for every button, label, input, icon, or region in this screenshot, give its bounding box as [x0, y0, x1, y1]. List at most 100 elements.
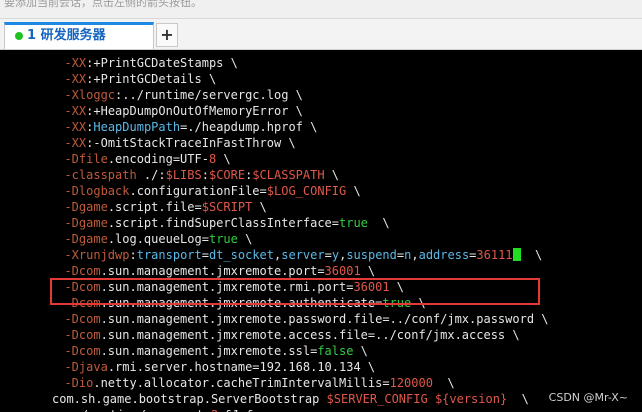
terminal-token: :-OmitStackTraceInFastThrow \	[86, 136, 296, 150]
terminal-token: HeapDumpPath	[93, 120, 181, 134]
terminal-line: -Dgame.log.queueLog=true \	[50, 231, 252, 247]
watermark: CSDN @Mr-X~	[548, 391, 628, 404]
terminal-line: -XX:HeapDumpPath=./heapdump.hprof \	[50, 119, 317, 135]
tab-server-session[interactable]: 1 研发服务器	[4, 22, 154, 49]
terminal-token: -XX	[64, 56, 87, 70]
terminal-token: -XX	[64, 104, 87, 118]
terminal-token: 120000	[389, 376, 433, 390]
terminal-token: -Djava	[64, 360, 108, 374]
terminal-token: $CLASSPATH	[252, 168, 325, 182]
terminal-token: -Dfile	[64, 152, 108, 166]
terminal-token: -Dio	[64, 376, 94, 390]
terminal-line: -Djava.rmi.server.hostname=192.168.10.13…	[50, 359, 375, 375]
terminal-line: -Xrunjdwp:transport=dt_socket,server=y,s…	[50, 247, 542, 263]
terminal-token: .sun.management.jmxremote.password.file=…	[100, 312, 549, 326]
terminal-token: .script.file=	[107, 200, 202, 214]
terminal-token: \	[353, 344, 368, 358]
terminal-token: suspend	[346, 248, 397, 262]
terminal-token: $LOG_CONFIG	[266, 184, 347, 198]
terminal-line: -Dgame.script.findSuperClassInterface=tr…	[50, 215, 390, 231]
terminal-token: true	[339, 216, 368, 230]
tab-number: 1	[27, 28, 37, 43]
terminal-line: -Dfile.encoding=UTF-8 \	[50, 151, 231, 167]
terminal-token: true	[208, 232, 238, 246]
terminal-token: -Xloggc	[64, 88, 116, 102]
terminal-token: ,	[411, 248, 419, 262]
terminal-token: -Dgame	[64, 200, 108, 214]
terminal-line: -XX:-OmitStackTraceInFastThrow \	[50, 135, 296, 151]
terminal-token: =./heapdump.hprof \	[180, 120, 318, 134]
terminal-token: :../runtime/servergc.log \	[115, 88, 303, 102]
terminal-token: -XX	[64, 72, 87, 86]
terminal-line: -Dcom.sun.management.jmxremote.ssl=false…	[50, 343, 368, 359]
terminal-line: -Dcom.sun.management.jmxremote.access.fi…	[50, 327, 519, 343]
terminal-token: \	[367, 216, 390, 230]
terminal-token: server	[281, 248, 325, 262]
terminal-token: address	[418, 248, 470, 262]
terminal-line: -XX:+HeapDumpOnOutOfMemoryError \	[50, 103, 303, 119]
terminal-token: -Dcom	[64, 344, 101, 358]
terminal-token: \	[237, 232, 253, 246]
terminal-token: y	[331, 248, 340, 262]
terminal-line: > ../runtime/game.out 2>&1 &	[52, 407, 254, 412]
terminal-line: -classpath ./:$LIBS:$CORE:$CLASSPATH \	[50, 167, 339, 183]
terminal-token: \	[216, 152, 231, 166]
terminal-token: \	[507, 392, 529, 406]
tab-title: 研发服务器	[40, 28, 106, 43]
terminal-token: \	[252, 200, 267, 214]
terminal-token: =	[201, 248, 209, 262]
connected-status-dot-icon	[15, 32, 23, 40]
terminal-line: -Xloggc:../runtime/servergc.log \	[50, 87, 303, 103]
terminal-token: .log.queueLog=	[107, 232, 209, 246]
terminal-token: transport	[136, 248, 202, 262]
terminal-token: -Dcom	[64, 328, 101, 342]
terminal-token: > ../runtime/game.out	[52, 408, 211, 412]
terminal-token: -Dgame	[64, 216, 108, 230]
terminal-token: &1 &	[225, 408, 254, 412]
terminal-token: -Dgame	[64, 232, 108, 246]
terminal-line: -XX:+PrintGCDetails \	[50, 71, 216, 87]
terminal-line: -Dio.netty.allocator.cacheTrimIntervalMi…	[50, 375, 455, 391]
terminal-token: :	[201, 168, 209, 182]
terminal-token: $SCRIPT	[201, 200, 253, 214]
tab-bar: 1 研发服务器 +	[0, 19, 642, 50]
terminal-token: \	[346, 184, 361, 198]
terminal-line: -Dcom.sun.management.jmxremote.password.…	[50, 311, 549, 327]
terminal-token: :+PrintGCDetails \	[86, 72, 217, 86]
terminal-token: :+HeapDumpOnOutOfMemoryError \	[86, 104, 303, 118]
terminal-token: $LIBS	[165, 168, 202, 182]
terminal-token: -Dlogback	[64, 184, 130, 198]
terminal-token: dt_socket	[208, 248, 275, 262]
terminal-token: \	[432, 376, 455, 390]
terminal-token: :	[129, 248, 137, 262]
terminal-line: -Dlogback.configurationFile=$LOG_CONFIG …	[50, 183, 361, 199]
terminal-area[interactable]: -XX:+PrintGCDateStamps \ -XX:+PrintGCDet…	[0, 50, 642, 412]
terminal-token: -classpath	[64, 168, 137, 182]
terminal-token: com.sh.game.bootstrap.ServerBootstrap	[52, 392, 327, 406]
terminal-token: .encoding=UTF-	[107, 152, 209, 166]
terminal-token: .configurationFile=	[129, 184, 267, 198]
terminal-token: .script.findSuperClassInterface=	[107, 216, 339, 230]
add-tab-button[interactable]: +	[156, 23, 178, 47]
terminal-token: .rmi.server.hostname=192.168.10.134 \	[107, 360, 376, 374]
text-cursor	[512, 248, 521, 261]
terminal-token: -Xrunjdwp	[64, 248, 130, 262]
terminal-line: -Dgame.script.file=$SCRIPT \	[50, 199, 267, 215]
terminal-token: \	[324, 168, 340, 182]
notification-bar: 要添加当前会话，点击左侧的箭头按钮。	[0, 0, 642, 19]
